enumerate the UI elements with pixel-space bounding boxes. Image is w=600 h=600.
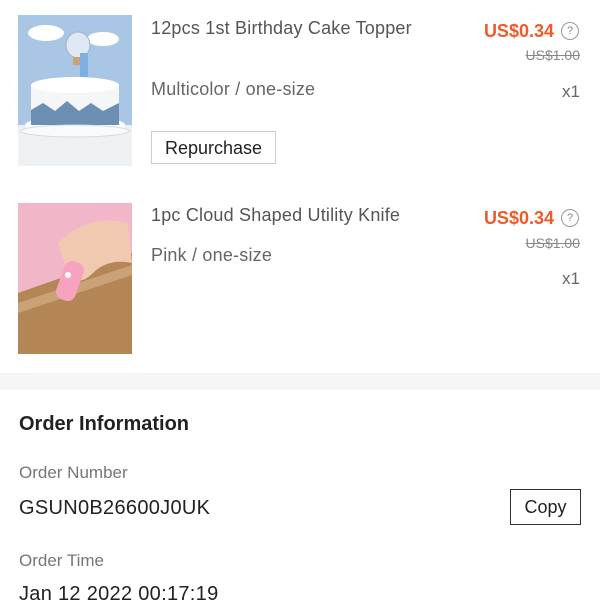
product-title[interactable]: 12pcs 1st Birthday Cake Topper — [151, 17, 451, 39]
help-icon[interactable]: ? — [561, 22, 579, 40]
product-variant: Multicolor / one-size — [151, 79, 316, 99]
product-price: US$0.34 — [483, 208, 554, 228]
original-price: US$1.00 — [525, 47, 580, 63]
quantity: x1 — [562, 269, 580, 288]
order-detail-page: 12pcs 1st Birthday Cake Topper Multicolo… — [0, 0, 600, 600]
order-time-value: Jan 12 2022 00:17:19 — [19, 583, 219, 600]
section-divider — [0, 373, 600, 390]
product-title[interactable]: 1pc Cloud Shaped Utility Knife — [151, 204, 451, 226]
repurchase-button[interactable]: Repurchase — [151, 131, 276, 164]
original-price: US$1.00 — [525, 235, 580, 251]
order-item: 1pc Cloud Shaped Utility Knife Pink / on… — [0, 190, 600, 370]
quantity: x1 — [562, 82, 580, 101]
utility-knife-image[interactable] — [18, 203, 132, 354]
product-variant: Pink / one-size — [151, 245, 273, 265]
order-item: 12pcs 1st Birthday Cake Topper Multicolo… — [0, 0, 600, 190]
order-number-value: GSUN0B26600J0UK — [19, 497, 211, 519]
birthday-cake-image[interactable] — [18, 15, 132, 166]
order-information-title: Order Information — [19, 413, 190, 435]
order-time-label: Order Time — [19, 551, 105, 570]
order-number-label: Order Number — [19, 463, 128, 482]
help-icon[interactable]: ? — [561, 209, 579, 227]
copy-button[interactable]: Copy — [510, 489, 581, 525]
product-price: US$0.34 — [483, 21, 554, 41]
